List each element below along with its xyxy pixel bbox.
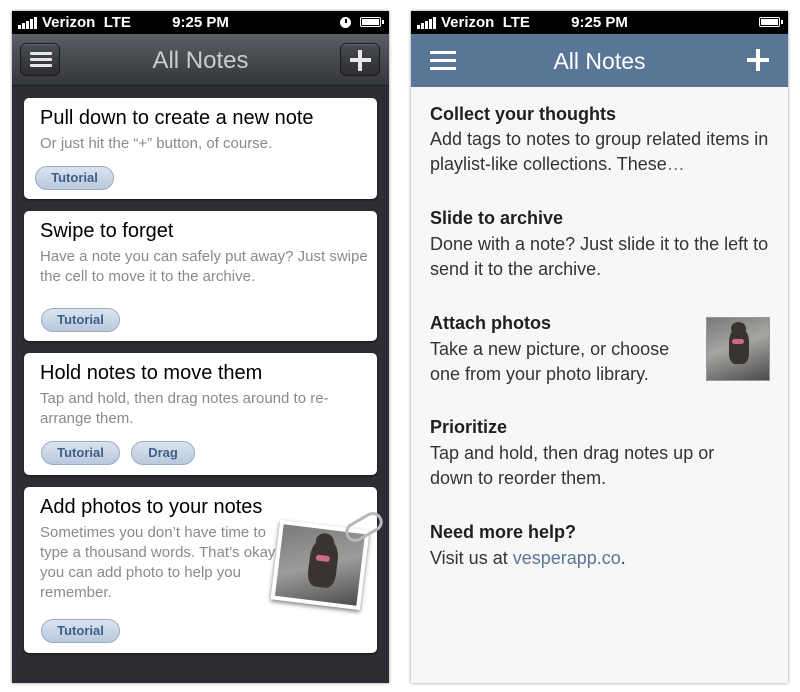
dog-photo-icon — [729, 322, 749, 364]
section-title: Slide to archive — [430, 208, 564, 228]
battery-icon — [759, 17, 783, 27]
section-body: Take a new picture, or choose one from y… — [430, 339, 670, 384]
add-note-button[interactable] — [747, 49, 769, 71]
tag-tutorial[interactable]: Tutorial — [35, 166, 114, 190]
note-body: Or just hit the “+” button, of course. — [40, 135, 273, 152]
note-title: Pull down to create a new note — [40, 107, 314, 129]
tag-tutorial[interactable]: Tutorial — [41, 308, 120, 332]
section-title: Need more help? — [430, 522, 577, 542]
more-link[interactable]: … — [667, 154, 685, 174]
note-title: Hold notes to move them — [40, 362, 263, 384]
dog-photo-icon — [306, 537, 341, 589]
website-link[interactable]: vesperapp.co — [513, 548, 621, 568]
tag-tutorial[interactable]: Tutorial — [41, 619, 120, 643]
attached-photo[interactable] — [706, 317, 770, 381]
section-body: Tap and hold, then drag notes up or down… — [430, 443, 715, 488]
note-card[interactable]: Hold notes to move them Tap and hold, th… — [24, 353, 377, 475]
note-body: Have a note you can safely put away? Jus… — [40, 248, 368, 285]
section-body: Visit us at vesperapp.co. — [430, 548, 626, 568]
section-body: Add tags to notes to group related items… — [430, 129, 769, 174]
section-title: Attach photos — [430, 313, 551, 333]
note-body: Sometimes you don’t have time to type a … — [40, 524, 279, 601]
section-body: Done with a note? Just slide it to the l… — [430, 234, 769, 279]
note-card[interactable]: Add photos to your notes Sometimes you d… — [24, 487, 387, 653]
note-title: Swipe to forget — [40, 220, 174, 242]
nav-bar: All Notes — [411, 34, 788, 87]
nav-bar: All Notes — [12, 34, 389, 86]
clock: 9:25 PM — [172, 14, 229, 31]
section-title: Collect your thoughts — [430, 104, 616, 124]
status-bar: Verizon LTE 9:25 PM — [411, 11, 788, 34]
orientation-lock-icon — [340, 17, 351, 28]
section-title: Prioritize — [430, 417, 508, 437]
note-card[interactable]: Pull down to create a new note Or just h… — [24, 98, 377, 199]
left-phone-screen: Verizon LTE 9:25 PM All Notes Pull down … — [12, 11, 389, 683]
battery-icon — [360, 17, 384, 27]
clock: 9:25 PM — [571, 14, 628, 31]
tag-drag[interactable]: Drag — [131, 441, 195, 465]
add-note-button[interactable] — [340, 43, 380, 76]
note-title: Add photos to your notes — [40, 496, 263, 518]
page-title: All Notes — [152, 47, 249, 74]
note-body: Tap and hold, then drag notes around to … — [40, 390, 329, 427]
note-card[interactable]: Swipe to forget Have a note you can safe… — [24, 211, 377, 341]
status-bar: Verizon LTE 9:25 PM — [12, 11, 389, 34]
page-title: All Notes — [553, 48, 646, 74]
plus-icon — [350, 50, 371, 71]
tag-tutorial[interactable]: Tutorial — [41, 441, 120, 465]
right-phone-screen: Verizon LTE 9:25 PM All Notes Collect yo… — [411, 11, 788, 683]
